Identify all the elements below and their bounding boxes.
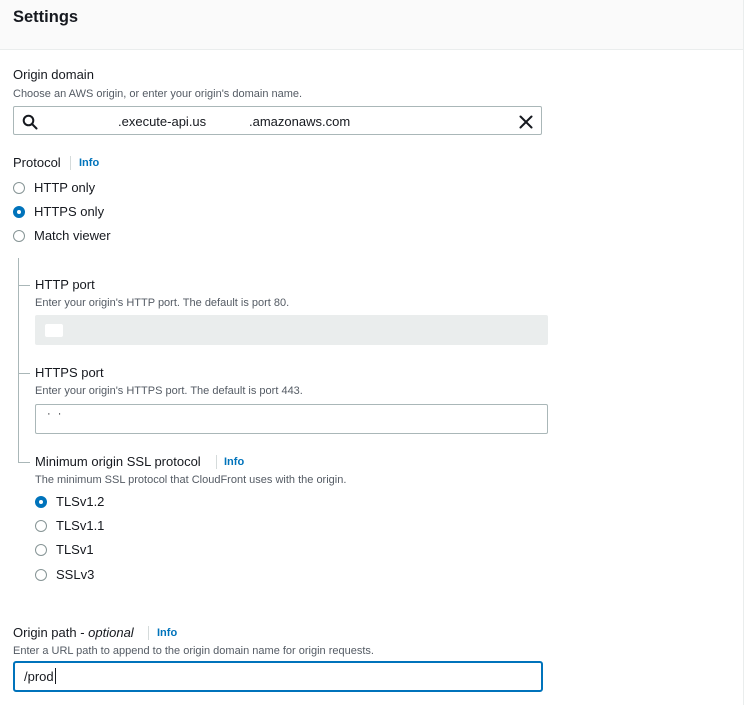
https-port-value: · ·: [47, 408, 64, 420]
origin-path-label-optional: optional: [88, 625, 134, 640]
redacted-value: [45, 324, 63, 337]
https-port-label: HTTPS port: [35, 365, 104, 380]
origin-path-input[interactable]: /prod: [13, 661, 543, 692]
ssl-protocol-description: The minimum SSL protocol that CloudFront…: [35, 474, 347, 486]
radio-button[interactable]: [35, 569, 47, 581]
tree-branch-ssl: [18, 462, 30, 463]
http-port-label: HTTP port: [35, 277, 95, 292]
radio-label: TLSv1: [56, 542, 94, 557]
radio-label: TLSv1.2: [56, 494, 105, 509]
https-port-description: Enter your origin's HTTPS port. The defa…: [35, 385, 303, 397]
radio-label: Match viewer: [34, 228, 111, 243]
protocol-info-separator: [70, 156, 71, 170]
origin-path-description: Enter a URL path to append to the origin…: [13, 645, 374, 657]
radio-label: HTTP only: [34, 180, 96, 195]
radio-button-selected[interactable]: [13, 206, 25, 218]
origin-domain-value-part2: .amazonaws.com: [249, 114, 351, 129]
page-title: Settings: [13, 8, 79, 26]
origin-domain-input[interactable]: .execute-api.us .amazonaws.com: [13, 106, 542, 135]
origin-path-info-link[interactable]: Info: [157, 627, 177, 639]
origin-domain-value-part1: .execute-api.us: [118, 114, 207, 129]
origin-path-label-main: Origin path -: [13, 625, 89, 640]
settings-header: Settings: [0, 0, 743, 50]
radio-button[interactable]: [35, 520, 47, 532]
ssl-protocol-label: Minimum origin SSL protocol: [35, 454, 201, 469]
origin-path-info-separator: [148, 626, 149, 640]
radio-label: TLSv1.1: [56, 518, 105, 533]
origin-domain-description: Choose an AWS origin, or enter your orig…: [13, 88, 303, 100]
origin-path-value: /prod: [24, 669, 54, 684]
protocol-info-link[interactable]: Info: [79, 157, 99, 169]
panel-right-border: [743, 0, 744, 705]
protocol-label: Protocol: [13, 155, 61, 170]
radio-button-selected[interactable]: [35, 496, 47, 508]
http-port-description: Enter your origin's HTTP port. The defau…: [35, 297, 290, 309]
radio-button[interactable]: [13, 182, 25, 194]
tree-branch-https-port: [18, 373, 30, 374]
search-icon: [22, 114, 38, 130]
radio-label: SSLv3: [56, 567, 95, 582]
tree-connector-line: [18, 258, 19, 463]
https-port-input[interactable]: · ·: [35, 404, 548, 434]
text-cursor: [55, 668, 56, 684]
origin-domain-label: Origin domain: [13, 67, 94, 82]
http-port-input-disabled: [35, 315, 548, 345]
tree-branch-http-port: [18, 285, 30, 286]
radio-button[interactable]: [13, 230, 25, 242]
ssl-info-separator: [216, 455, 217, 469]
close-icon[interactable]: [518, 114, 534, 130]
radio-button[interactable]: [35, 544, 47, 556]
radio-label: HTTPS only: [34, 204, 105, 219]
ssl-info-link[interactable]: Info: [224, 456, 244, 468]
origin-path-label: Origin path - optional: [13, 625, 134, 640]
